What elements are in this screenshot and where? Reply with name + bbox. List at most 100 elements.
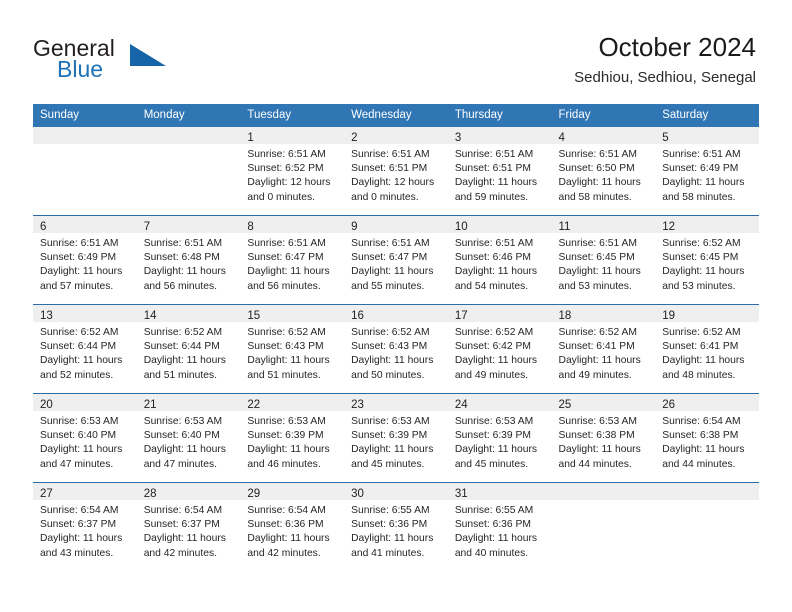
day-sun-info: Sunrise: 6:54 AM Sunset: 6:36 PM Daylight:…: [240, 500, 344, 561]
day-sun-info: Sunrise: 6:54 AM Sunset: 6:38 PM Daylight:…: [655, 411, 759, 472]
calendar-day-cell[interactable]: 5 Sunrise: 6:51 AM Sunset: 6:49 PM Daylight…: [655, 127, 759, 216]
sunset-text: Sunset: 6:50 PM: [558, 163, 635, 175]
calendar-day-cell[interactable]: [655, 482, 759, 571]
day-number-band: 8: [240, 216, 345, 233]
calendar-day-cell[interactable]: 3 Sunrise: 6:51 AM Sunset: 6:51 PM Daylight…: [447, 127, 552, 216]
day-sun-info: Sunrise: 6:51 AM Sunset: 6:48 PM Daylight:…: [137, 233, 241, 294]
calendar-week-row: 13 Sunrise: 6:52 AM Sunset: 6:44 PM Dayligh…: [33, 304, 759, 394]
day-number-band: 22: [240, 394, 345, 411]
sunset-text: Sunset: 6:49 PM: [662, 163, 739, 175]
calendar-day-cell[interactable]: 22 Sunrise: 6:53 AM Sunset: 6:39 PM Dayligh…: [240, 393, 345, 483]
daylight-text: Daylight: 11 hours and 45 minutes.: [454, 444, 538, 470]
daylight-text: Daylight: 11 hours and 55 minutes.: [351, 266, 434, 292]
day-sun-info: Sunrise: 6:52 AM Sunset: 6:45 PM Daylight:…: [655, 233, 759, 294]
weekday-header-monday: Monday: [136, 104, 241, 127]
day-cell-content: 11 Sunrise: 6:51 AM Sunset: 6:45 PM Dayligh…: [551, 216, 656, 304]
sunset-text: Sunset: 6:41 PM: [558, 341, 635, 353]
day-number: 28: [143, 488, 157, 500]
day-number-band: 14: [136, 305, 241, 322]
calendar-day-cell[interactable]: 24 Sunrise: 6:53 AM Sunset: 6:39 PM Dayligh…: [447, 393, 552, 483]
sunset-text: Sunset: 6:52 PM: [247, 163, 324, 175]
calendar-day-cell[interactable]: 14 Sunrise: 6:52 AM Sunset: 6:44 PM Dayligh…: [136, 304, 241, 394]
calendar-day-cell[interactable]: [33, 127, 137, 216]
calendar-day-cell[interactable]: 13 Sunrise: 6:52 AM Sunset: 6:44 PM Dayligh…: [33, 304, 137, 394]
sunset-text: Sunset: 6:37 PM: [143, 519, 220, 531]
calendar-day-cell[interactable]: 26 Sunrise: 6:54 AM Sunset: 6:38 PM Dayligh…: [655, 393, 759, 483]
page-title: October 2024: [598, 32, 756, 62]
calendar-day-cell[interactable]: [136, 127, 241, 216]
day-number-band: 16: [344, 305, 448, 322]
daylight-text: Daylight: 11 hours and 50 minutes.: [351, 355, 434, 381]
calendar-day-cell[interactable]: [551, 482, 656, 571]
daylight-text: Daylight: 11 hours and 52 minutes.: [40, 355, 123, 381]
day-cell-content: 16 Sunrise: 6:52 AM Sunset: 6:43 PM Dayligh…: [344, 305, 448, 393]
calendar-day-cell[interactable]: 31 Sunrise: 6:55 AM Sunset: 6:36 PM Dayligh…: [447, 482, 552, 571]
calendar-day-cell[interactable]: 12 Sunrise: 6:52 AM Sunset: 6:45 PM Dayligh…: [655, 215, 759, 305]
sunset-text: Sunset: 6:47 PM: [247, 252, 324, 264]
day-sun-info: Sunrise: 6:52 AM Sunset: 6:44 PM Daylight:…: [137, 322, 241, 383]
calendar-day-cell[interactable]: 23 Sunrise: 6:53 AM Sunset: 6:39 PM Dayligh…: [344, 393, 448, 483]
day-number-band: 20: [33, 394, 137, 411]
day-cell-content: 21 Sunrise: 6:53 AM Sunset: 6:40 PM Dayligh…: [136, 394, 241, 482]
calendar-day-cell[interactable]: 29 Sunrise: 6:54 AM Sunset: 6:36 PM Dayligh…: [240, 482, 345, 571]
daylight-text: Daylight: 11 hours and 53 minutes.: [558, 266, 641, 292]
sunset-text: Sunset: 6:36 PM: [351, 519, 428, 531]
calendar-page: General Blue October 2024 Sedhiou, Sedhi…: [0, 0, 792, 612]
sunrise-text: Sunrise: 6:51 AM: [558, 149, 637, 160]
calendar-day-cell[interactable]: 17 Sunrise: 6:52 AM Sunset: 6:42 PM Dayligh…: [447, 304, 552, 394]
calendar-day-cell[interactable]: 1 Sunrise: 6:51 AM Sunset: 6:52 PM Daylight…: [240, 127, 345, 216]
sunset-text: Sunset: 6:46 PM: [454, 252, 531, 264]
calendar-week-row: 6 Sunrise: 6:51 AM Sunset: 6:49 PM Daylight…: [33, 215, 759, 305]
logo-text-blue: Blue: [57, 56, 104, 82]
day-number: 10: [454, 221, 468, 233]
calendar-day-cell[interactable]: 7 Sunrise: 6:51 AM Sunset: 6:48 PM Daylight…: [136, 215, 241, 305]
day-number: 16: [351, 310, 364, 322]
calendar-day-cell[interactable]: 20 Sunrise: 6:53 AM Sunset: 6:40 PM Dayligh…: [33, 393, 137, 483]
calendar-day-cell[interactable]: 11 Sunrise: 6:51 AM Sunset: 6:45 PM Dayligh…: [551, 215, 656, 305]
day-cell-content: 17 Sunrise: 6:52 AM Sunset: 6:42 PM Dayligh…: [447, 305, 552, 393]
sunrise-text: Sunrise: 6:53 AM: [143, 416, 223, 427]
calendar-day-cell[interactable]: 9 Sunrise: 6:51 AM Sunset: 6:47 PM Daylight…: [344, 215, 448, 305]
day-number: 29: [247, 488, 261, 500]
calendar-day-cell[interactable]: 16 Sunrise: 6:52 AM Sunset: 6:43 PM Dayligh…: [344, 304, 448, 394]
calendar-day-cell[interactable]: 19 Sunrise: 6:52 AM Sunset: 6:41 PM Dayligh…: [655, 304, 759, 394]
day-cell-content: 5 Sunrise: 6:51 AM Sunset: 6:49 PM Daylight…: [655, 127, 759, 215]
general-blue-logo[interactable]: General Blue: [33, 36, 213, 88]
day-number-band: 6: [33, 216, 137, 233]
day-number: 11: [558, 221, 571, 233]
calendar-day-cell[interactable]: 8 Sunrise: 6:51 AM Sunset: 6:47 PM Daylight…: [240, 215, 345, 305]
day-number: 9: [351, 221, 358, 233]
calendar-day-cell[interactable]: 28 Sunrise: 6:54 AM Sunset: 6:37 PM Dayligh…: [136, 482, 241, 571]
calendar-day-cell[interactable]: 4 Sunrise: 6:51 AM Sunset: 6:50 PM Daylight…: [551, 127, 656, 216]
day-sun-info: Sunrise: 6:52 AM Sunset: 6:42 PM Daylight:…: [448, 322, 552, 383]
calendar-day-cell[interactable]: 10 Sunrise: 6:51 AM Sunset: 6:46 PM Dayligh…: [447, 215, 552, 305]
day-cell-content: 27 Sunrise: 6:54 AM Sunset: 6:37 PM Dayligh…: [33, 483, 137, 571]
sunrise-text: Sunrise: 6:51 AM: [454, 149, 534, 160]
sunrise-text: Sunrise: 6:51 AM: [247, 149, 326, 160]
daylight-text: Daylight: 12 hours and 0 minutes.: [351, 177, 435, 203]
calendar-day-cell[interactable]: 25 Sunrise: 6:53 AM Sunset: 6:38 PM Dayligh…: [551, 393, 656, 483]
day-number-band: 2: [344, 127, 448, 144]
day-cell-content: 14 Sunrise: 6:52 AM Sunset: 6:44 PM Dayligh…: [136, 305, 241, 393]
calendar-day-cell[interactable]: 18 Sunrise: 6:52 AM Sunset: 6:41 PM Dayligh…: [551, 304, 656, 394]
sunset-text: Sunset: 6:40 PM: [40, 430, 117, 442]
sunrise-text: Sunrise: 6:52 AM: [247, 327, 326, 338]
sunset-text: Sunset: 6:40 PM: [143, 430, 220, 442]
calendar-day-cell[interactable]: 27 Sunrise: 6:54 AM Sunset: 6:37 PM Dayligh…: [33, 482, 137, 571]
day-cell-content: [33, 127, 137, 215]
day-number: 15: [247, 310, 261, 322]
daylight-text: Daylight: 11 hours and 42 minutes.: [143, 533, 226, 559]
calendar-day-cell[interactable]: 2 Sunrise: 6:51 AM Sunset: 6:51 PM Daylight…: [344, 127, 448, 216]
day-sun-info: Sunrise: 6:51 AM Sunset: 6:51 PM Daylight:…: [344, 144, 448, 205]
day-number: 12: [662, 221, 676, 233]
sunrise-text: Sunrise: 6:52 AM: [351, 327, 430, 338]
calendar-day-cell[interactable]: 15 Sunrise: 6:52 AM Sunset: 6:43 PM Dayligh…: [240, 304, 345, 394]
calendar-day-cell[interactable]: 21 Sunrise: 6:53 AM Sunset: 6:40 PM Dayligh…: [136, 393, 241, 483]
day-cell-content: 12 Sunrise: 6:52 AM Sunset: 6:45 PM Dayligh…: [655, 216, 759, 304]
calendar-day-cell[interactable]: 30 Sunrise: 6:55 AM Sunset: 6:36 PM Dayligh…: [344, 482, 448, 571]
calendar-day-cell[interactable]: 6 Sunrise: 6:51 AM Sunset: 6:49 PM Daylight…: [33, 215, 137, 305]
day-cell-content: 6 Sunrise: 6:51 AM Sunset: 6:49 PM Daylight…: [33, 216, 137, 304]
daylight-text: Daylight: 11 hours and 51 minutes.: [143, 355, 226, 381]
day-sun-info: Sunrise: 6:53 AM Sunset: 6:40 PM Daylight:…: [137, 411, 241, 472]
day-number: 20: [40, 399, 53, 411]
